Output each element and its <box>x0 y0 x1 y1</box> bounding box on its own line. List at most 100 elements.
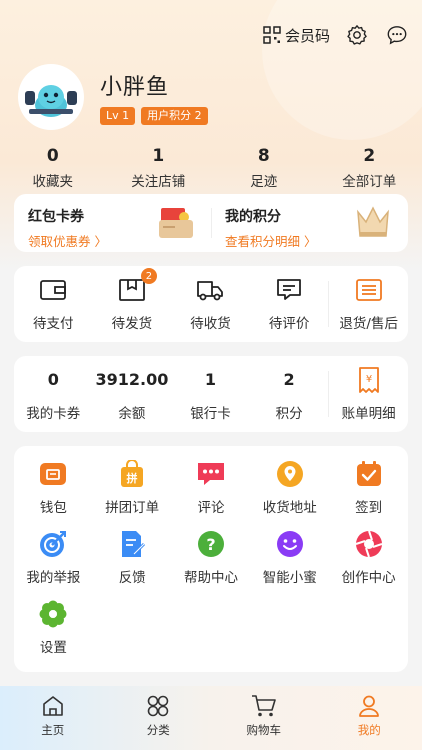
tool-smart-assistant[interactable]: 智能小蜜 <box>250 516 329 586</box>
tool-address[interactable]: 收货地址 <box>250 446 329 516</box>
level-badge: Lv 1 <box>100 107 136 125</box>
stat-followed-shops[interactable]: 1 关注店铺 <box>106 146 212 190</box>
category-icon <box>147 695 169 717</box>
shipment-count-badge: 2 <box>140 268 157 284</box>
tool-label: 签到 <box>355 500 383 516</box>
stats-row: 0 收藏夹 1 关注店铺 8 足迹 2 全部订单 <box>0 146 422 190</box>
stat-label: 收藏夹 <box>32 174 74 190</box>
refund-icon <box>355 279 382 301</box>
tool-label: 创作中心 <box>341 570 396 586</box>
avatar[interactable] <box>18 64 84 130</box>
mascot-avatar-icon <box>25 85 77 117</box>
tool-label: 帮助中心 <box>183 570 238 586</box>
chat-icon <box>197 463 224 485</box>
tool-wallet[interactable]: 钱包 <box>14 446 93 516</box>
wallet-balance[interactable]: 3912.00 余额 <box>93 366 172 422</box>
decorative-circle <box>262 0 422 140</box>
package-icon <box>118 279 145 301</box>
svg-text:拼: 拼 <box>127 471 138 485</box>
settings-button[interactable] <box>344 22 370 48</box>
tool-label: 钱包 <box>39 500 67 516</box>
profile-section: 小胖鱼 Lv 1 用户积分 2 <box>18 64 208 130</box>
tool-check-in[interactable]: 签到 <box>329 446 408 516</box>
truck-icon <box>197 281 224 301</box>
order-label: 待收货 <box>190 316 231 332</box>
tab-label: 分类 <box>146 723 170 737</box>
coupons-entry[interactable]: 红包卡券 领取优惠券 〉 <box>14 194 211 252</box>
top-bar: 会员码 <box>263 22 410 48</box>
wallet-bank-cards[interactable]: 1 银行卡 <box>171 366 250 422</box>
tool-group-orders[interactable]: 拼 拼团订单 <box>93 446 172 516</box>
wallet-value: 0 <box>47 370 59 389</box>
messages-button[interactable] <box>384 22 410 48</box>
stat-footprints[interactable]: 8 足迹 <box>211 146 317 190</box>
stat-value: 0 <box>46 146 59 166</box>
tab-mine[interactable]: 我的 <box>317 686 422 750</box>
tool-label: 设置 <box>39 640 67 656</box>
tool-label: 收货地址 <box>262 500 317 516</box>
tab-category[interactable]: 分类 <box>106 686 212 750</box>
group-bag-icon: 拼 <box>121 460 144 487</box>
wallet-coupons[interactable]: 0 我的卡券 <box>14 366 93 422</box>
stat-all-orders[interactable]: 2 全部订单 <box>317 146 422 190</box>
tool-label: 评论 <box>197 500 225 516</box>
wallet-label: 账单明细 <box>341 406 396 422</box>
tool-feedback[interactable]: 反馈 <box>93 516 172 586</box>
points-badge: 用户积分 2 <box>141 107 208 125</box>
qr-code-icon <box>263 26 281 44</box>
order-label: 待支付 <box>33 316 74 332</box>
tool-comments[interactable]: 评论 <box>172 446 251 516</box>
svg-text:¥: ¥ <box>365 374 371 385</box>
tab-cart[interactable]: 购物车 <box>211 686 317 750</box>
tool-creation-center[interactable]: 创作中心 <box>329 516 408 586</box>
username: 小胖鱼 <box>100 75 170 100</box>
crown-icon <box>357 206 389 237</box>
order-label: 退货/售后 <box>339 316 398 332</box>
member-code-label: 会员码 <box>284 26 330 45</box>
svg-text:?: ? <box>206 535 215 554</box>
orders-card: 待支付 2 待发货 待收货 待评价 退货/售后 <box>14 266 408 342</box>
wallet-bill-details[interactable]: ¥ 账单明细 <box>329 366 408 422</box>
stat-value: 1 <box>152 146 165 166</box>
tab-label: 购物车 <box>246 723 282 737</box>
gear-flower-icon <box>39 600 67 628</box>
wallet-label: 积分 <box>275 406 303 422</box>
order-pending-payment[interactable]: 待支付 <box>14 276 93 332</box>
target-icon <box>40 531 67 557</box>
help-icon: ? <box>197 531 224 557</box>
wallet-points[interactable]: 2 积分 <box>250 366 329 422</box>
stat-label: 足迹 <box>250 174 278 190</box>
stat-label: 关注店铺 <box>131 174 186 190</box>
wallet-value: 2 <box>283 370 295 389</box>
feedback-icon <box>122 531 146 557</box>
order-pending-review[interactable]: 待评价 <box>250 276 329 332</box>
tool-label: 智能小蜜 <box>262 570 317 586</box>
order-refund[interactable]: 退货/售后 <box>329 276 408 332</box>
tab-label: 主页 <box>41 723 65 737</box>
order-label: 待评价 <box>268 316 310 332</box>
points-entry[interactable]: 我的积分 查看积分明细 〉 <box>211 194 408 252</box>
tool-label: 我的举报 <box>26 570 81 586</box>
tab-home[interactable]: 主页 <box>0 686 106 750</box>
bottom-tab-bar: 主页 分类 购物车 我的 <box>0 686 422 750</box>
member-code-button[interactable]: 会员码 <box>263 25 330 46</box>
wallet-value: 1 <box>204 370 217 389</box>
tool-settings[interactable]: 设置 <box>14 586 93 656</box>
tool-my-reports[interactable]: 我的举报 <box>14 516 93 586</box>
smile-icon <box>276 531 303 557</box>
order-label: 待发货 <box>111 316 153 332</box>
cart-icon <box>251 695 276 717</box>
order-pending-shipment[interactable]: 2 待发货 <box>93 268 172 332</box>
wallet-card: 0 我的卡券 3912.00 余额 1 银行卡 2 积分 ¥ 账单明细 <box>14 356 408 432</box>
location-icon <box>276 461 303 487</box>
order-pending-receipt[interactable]: 待收货 <box>171 276 250 332</box>
tool-help-center[interactable]: ? 帮助中心 <box>172 516 251 586</box>
stat-favorites[interactable]: 0 收藏夹 <box>0 146 106 190</box>
tool-label: 拼团订单 <box>105 500 160 516</box>
message-icon <box>387 26 407 45</box>
wallet-value: 3912.00 <box>95 370 169 389</box>
tools-card: 钱包 拼 拼团订单 评论 收货地址 签到 我的举报 反馈 ? 帮助中心 智能小蜜… <box>14 446 408 672</box>
calendar-check-icon <box>356 461 381 486</box>
tab-label: 我的 <box>357 723 381 737</box>
stat-value: 2 <box>363 146 376 166</box>
